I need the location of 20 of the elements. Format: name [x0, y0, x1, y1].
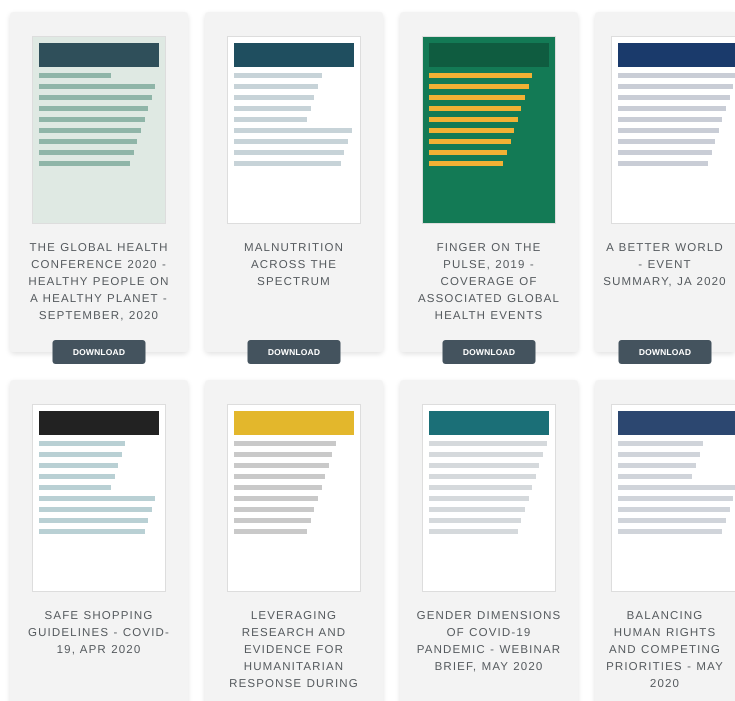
document-title: THE GLOBAL HEALTH CONFERENCE 2020 - HEALTHY PEOPLE ON A HEALTHY PLANET - SEPTEMBER, 2020 — [27, 241, 171, 324]
document-thumbnail[interactable] — [32, 36, 166, 224]
document-title: LEVERAGING RESEARCH AND EVIDENCE FOR HUMANITARIAN RESPONSE DURING — [228, 609, 360, 692]
download-button[interactable]: DOWNLOAD — [442, 340, 536, 364]
download-button[interactable]: DOWNLOAD — [248, 340, 340, 364]
download-button[interactable]: DOWNLOAD — [618, 340, 712, 364]
document-title: A BETTER WORLD - EVENT SUMMARY, JA 2020 — [603, 241, 727, 290]
download-button[interactable]: DOWNLOAD — [52, 340, 146, 364]
document-thumbnail[interactable] — [422, 404, 556, 592]
document-thumbnail[interactable] — [227, 36, 361, 224]
document-title: FINGER ON THE PULSE, 2019 - COVERAGE OF ASSOCIATED GLOBAL HEALTH EVENTS — [416, 241, 562, 324]
document-thumbnail[interactable] — [611, 404, 735, 592]
document-thumbnail[interactable] — [611, 36, 735, 224]
document-title: GENDER DIMENSIONS OF COVID-19 PANDEMIC - WEBINAR BRIEF, MAY 2020 — [416, 609, 562, 675]
document-thumbnail[interactable] — [32, 404, 166, 592]
document-title: MALNUTRITION ACROSS THE SPECTRUM — [242, 241, 346, 290]
document-thumbnail[interactable] — [227, 404, 361, 592]
document-title: BALANCING HUMAN RIGHTS AND COMPETING PRIORITIES - MAY 2020 — [605, 609, 725, 692]
document-title: SAFE SHOPPING GUIDELINES - COVID-19, APR 2020 — [27, 609, 171, 658]
document-thumbnail[interactable] — [422, 36, 556, 224]
